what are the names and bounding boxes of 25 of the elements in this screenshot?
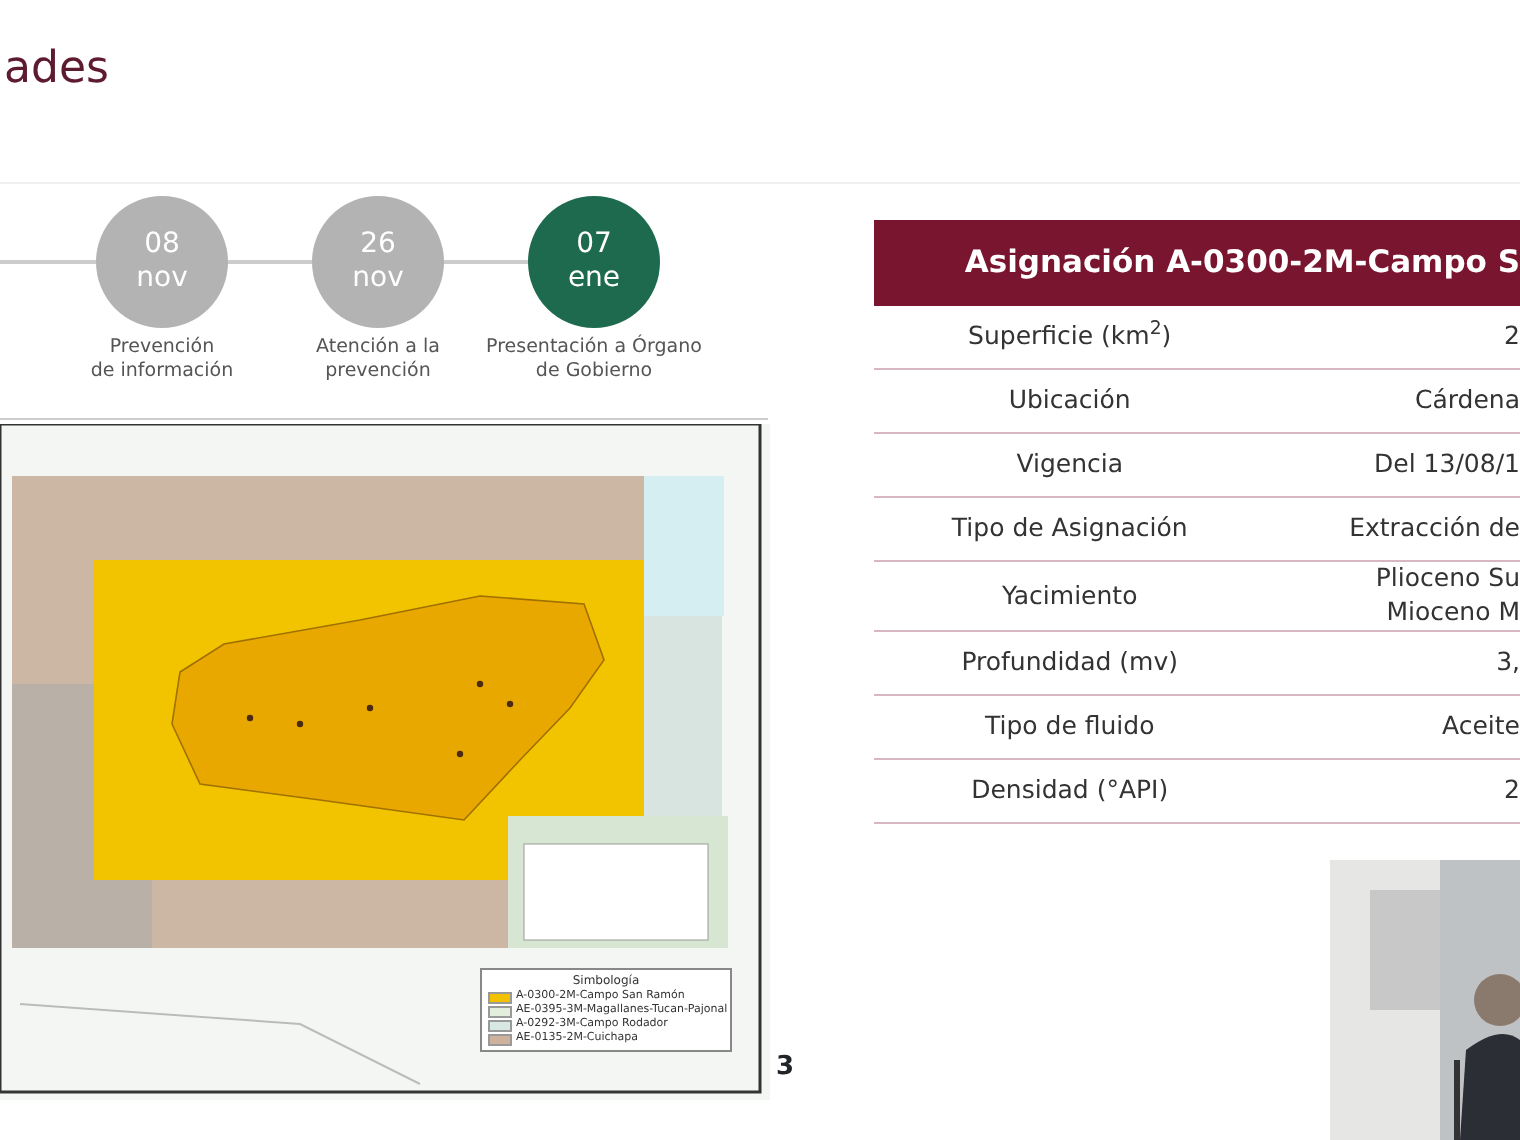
table-cell-text: Ubicación (1006, 382, 1133, 419)
table-cell-text: 2 (1502, 320, 1520, 354)
table-cell-text: Del 13/08/1 (1372, 448, 1520, 482)
table-cell-text: Superficie (km$^{2}$) (966, 318, 1174, 355)
page-number: 3 (776, 1050, 795, 1086)
table-cell-text: Densidad (°API) (969, 771, 1171, 808)
table-cell-text: Extracción de (1347, 512, 1520, 546)
slide-title: ades (2, 42, 109, 98)
table-title: Asignación A-0300-2M-Campo S (874, 220, 1520, 306)
step-label: Presentación a Órgano de Gobierno (486, 336, 702, 384)
table-cell-text: Tipo de Asignación (949, 510, 1190, 547)
step-label: Atención a la prevención (316, 336, 440, 384)
table-cell-text: 2 (1502, 773, 1520, 808)
date-circle: 07 ene (528, 196, 660, 328)
table-cell-text: Profundidad (mv) (959, 643, 1181, 680)
date-circle: 08 nov (96, 196, 228, 328)
step-label: Prevención de información (90, 336, 234, 384)
table-cell-text: Tipo de fluido (982, 707, 1157, 744)
date-circle: 26 nov (312, 196, 444, 328)
table-cell-text: 3, (1494, 645, 1520, 680)
table-cell-text: Aceite (1440, 709, 1520, 744)
table-cell-text: Yacimiento (999, 577, 1140, 613)
table-cell-text: Vigencia (1014, 446, 1126, 483)
table-cell-text: Cárdena (1412, 384, 1520, 418)
table-cell-text: Plioceno Su Mioceno M (1373, 562, 1520, 630)
